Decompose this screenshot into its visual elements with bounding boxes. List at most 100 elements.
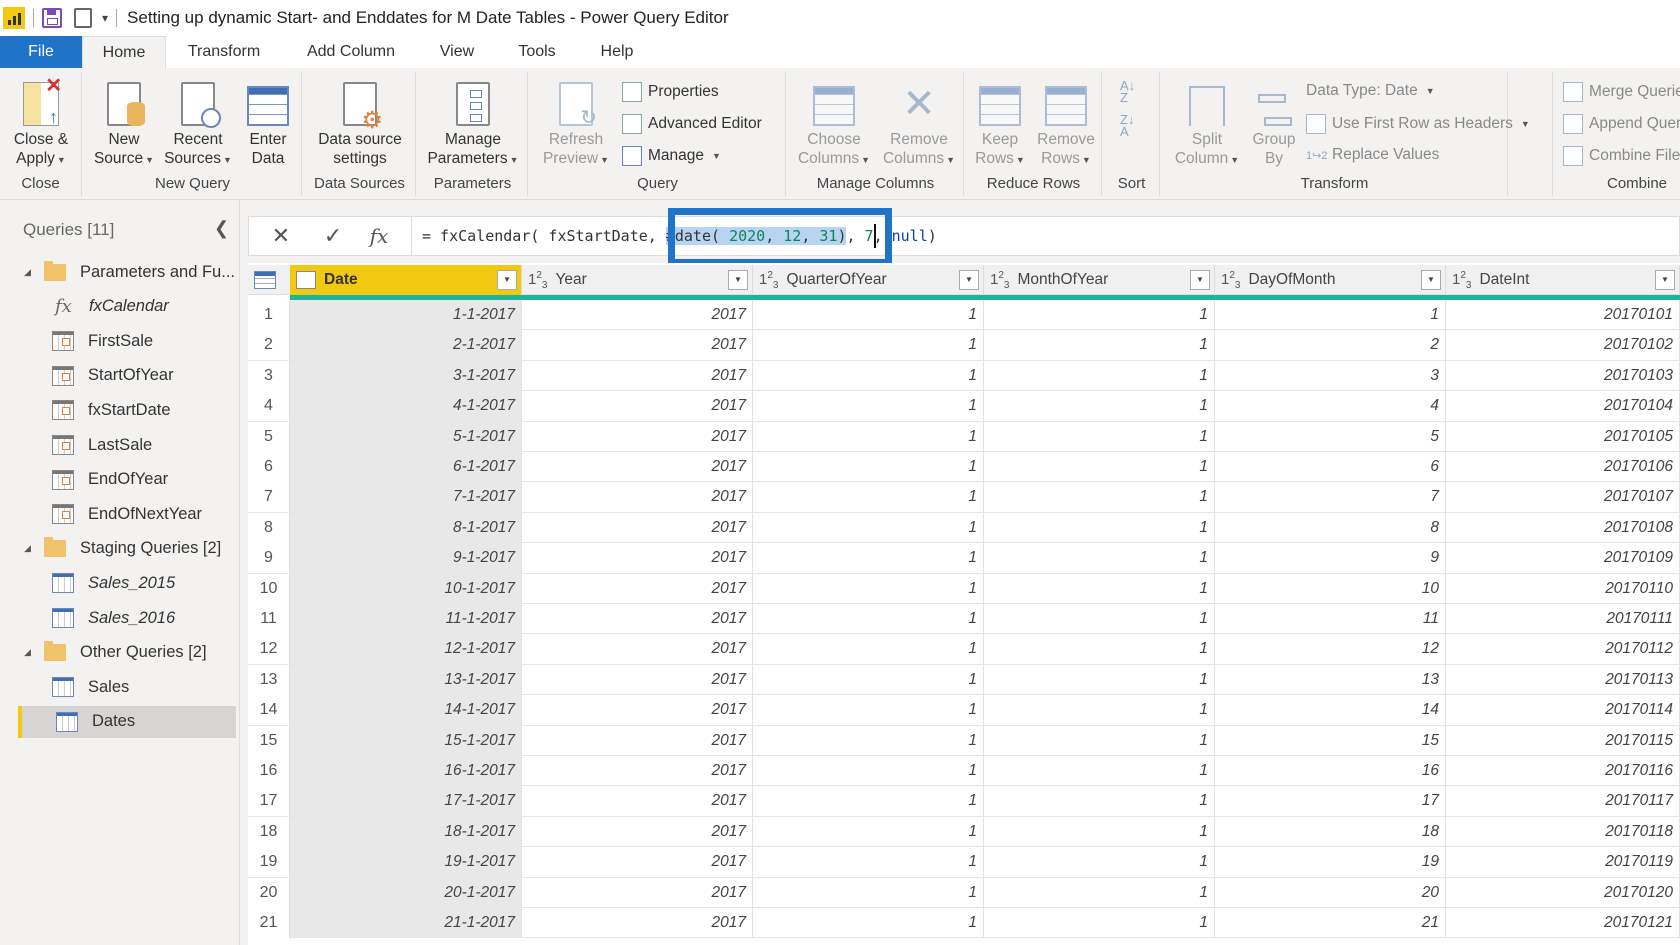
query-item[interactable]: FirstSale bbox=[0, 325, 238, 357]
table-cell[interactable]: 2017 bbox=[522, 604, 753, 634]
table-cell[interactable]: 1 bbox=[753, 573, 984, 604]
row-number[interactable]: 3 bbox=[248, 360, 290, 391]
table-cell[interactable]: 1 bbox=[984, 695, 1215, 726]
save-icon[interactable] bbox=[42, 8, 62, 28]
table-cell[interactable]: 2017 bbox=[522, 634, 753, 665]
table-cell[interactable]: 15 bbox=[1215, 725, 1446, 756]
table-cell[interactable]: 16-1-2017 bbox=[290, 756, 522, 786]
table-cell[interactable]: 2017 bbox=[522, 756, 753, 786]
row-number[interactable]: 17 bbox=[248, 786, 290, 817]
remove-columns-button[interactable]: ✕ Remove Columns ▼ bbox=[878, 76, 960, 170]
column-header[interactable]: 123 DayOfMonth ▼ bbox=[1215, 265, 1446, 295]
expand-arrow-icon[interactable]: ◢ bbox=[24, 543, 32, 554]
column-filter-dropdown[interactable]: ▼ bbox=[959, 270, 979, 290]
table-cell[interactable]: 15-1-2017 bbox=[290, 725, 522, 756]
tab-file[interactable]: File bbox=[0, 36, 82, 68]
query-item[interactable]: fx fxCalendar bbox=[0, 291, 238, 323]
sort-ascending-button[interactable]: A↓ Z bbox=[1120, 79, 1135, 104]
table-cell[interactable]: 2017 bbox=[522, 543, 753, 574]
table-cell[interactable]: 1 bbox=[984, 573, 1215, 604]
formula-input[interactable]: = fxCalendar( fxStartDate, #date( 2020, … bbox=[411, 217, 1671, 255]
query-item[interactable]: LastSale bbox=[0, 429, 238, 461]
table-cell[interactable]: 1 bbox=[753, 452, 984, 482]
table-cell[interactable]: 20170109 bbox=[1446, 543, 1680, 574]
table-cell[interactable]: 18-1-2017 bbox=[290, 816, 522, 847]
query-group[interactable]: ◢ Other Queries [2] bbox=[0, 637, 238, 669]
query-item[interactable]: EndOfNextYear bbox=[0, 498, 238, 530]
query-item[interactable]: Sales_2015 bbox=[0, 567, 238, 599]
table-cell[interactable]: 2017 bbox=[522, 482, 753, 513]
recent-sources-button[interactable]: Recent Sources ▼ bbox=[160, 76, 236, 170]
table-cell[interactable]: 1 bbox=[753, 604, 984, 634]
number-type-icon[interactable]: 123 bbox=[759, 270, 778, 291]
number-type-icon[interactable]: 123 bbox=[1452, 270, 1471, 291]
table-cell[interactable]: 1 bbox=[984, 634, 1215, 665]
cancel-formula-icon[interactable]: ✕ bbox=[261, 217, 301, 255]
table-cell[interactable]: 1 bbox=[984, 816, 1215, 847]
keep-rows-button[interactable]: Keep Rows ▼ bbox=[970, 76, 1030, 170]
table-cell[interactable]: 20170105 bbox=[1446, 421, 1680, 452]
table-cell[interactable]: 20170115 bbox=[1446, 725, 1680, 756]
properties-button[interactable]: Properties bbox=[622, 82, 719, 102]
table-cell[interactable]: 2017 bbox=[522, 786, 753, 817]
table-cell[interactable]: 1 bbox=[753, 908, 984, 938]
row-number[interactable]: 12 bbox=[248, 634, 290, 665]
table-cell[interactable]: 2017 bbox=[522, 877, 753, 908]
number-type-icon[interactable]: 123 bbox=[1221, 270, 1240, 291]
group-by-button[interactable]: Group By bbox=[1246, 76, 1302, 168]
table-cell[interactable]: 2017 bbox=[522, 512, 753, 543]
table-cell[interactable]: 20170112 bbox=[1446, 634, 1680, 665]
table-cell[interactable]: 2-1-2017 bbox=[290, 330, 522, 361]
query-item[interactable]: EndOfYear bbox=[0, 464, 238, 496]
table-cell[interactable]: 20170114 bbox=[1446, 695, 1680, 726]
table-cell[interactable]: 1 bbox=[753, 482, 984, 513]
table-cell[interactable]: 1 bbox=[984, 391, 1215, 422]
tab-view[interactable]: View bbox=[425, 36, 489, 68]
query-group[interactable]: ◢ Parameters and Fu... bbox=[0, 256, 238, 288]
table-cell[interactable]: 5 bbox=[1215, 421, 1446, 452]
table-cell[interactable]: 13-1-2017 bbox=[290, 664, 522, 695]
table-cell[interactable]: 14 bbox=[1215, 695, 1446, 726]
table-cell[interactable]: 1 bbox=[984, 512, 1215, 543]
table-cell[interactable]: 4 bbox=[1215, 391, 1446, 422]
table-cell[interactable]: 6 bbox=[1215, 452, 1446, 482]
table-cell[interactable]: 21 bbox=[1215, 908, 1446, 938]
tab-tools[interactable]: Tools bbox=[505, 36, 569, 68]
row-number[interactable]: 7 bbox=[248, 482, 290, 513]
table-cell[interactable]: 2017 bbox=[522, 391, 753, 422]
row-number[interactable]: 16 bbox=[248, 756, 290, 786]
number-type-icon[interactable]: 123 bbox=[528, 270, 547, 291]
column-filter-dropdown[interactable]: ▼ bbox=[1190, 270, 1210, 290]
replace-values-button[interactable]: 1↪2 Replace Values bbox=[1306, 146, 1439, 164]
use-first-row-button[interactable]: Use First Row as Headers ▼ bbox=[1306, 114, 1530, 134]
column-filter-dropdown[interactable]: ▼ bbox=[497, 270, 517, 290]
table-cell[interactable]: 1 bbox=[753, 695, 984, 726]
table-cell[interactable]: 1 bbox=[984, 847, 1215, 878]
table-cell[interactable]: 20170117 bbox=[1446, 786, 1680, 817]
refresh-preview-button[interactable]: ↻ Refresh Preview ▼ bbox=[538, 76, 614, 170]
tab-home[interactable]: Home bbox=[82, 36, 166, 68]
table-cell[interactable]: 1 bbox=[753, 664, 984, 695]
expand-arrow-icon[interactable]: ◢ bbox=[24, 647, 32, 658]
choose-columns-button[interactable]: Choose Columns ▼ bbox=[794, 76, 874, 170]
column-header[interactable]: 123 Year ▼ bbox=[522, 265, 753, 295]
table-cell[interactable]: 1 bbox=[984, 330, 1215, 361]
table-cell[interactable]: 1 bbox=[753, 421, 984, 452]
table-cell[interactable]: 1 bbox=[984, 604, 1215, 634]
expand-arrow-icon[interactable]: ◢ bbox=[24, 267, 32, 278]
column-filter-dropdown[interactable]: ▼ bbox=[728, 270, 748, 290]
table-cell[interactable]: 1 bbox=[984, 756, 1215, 786]
table-cell[interactable]: 20170116 bbox=[1446, 756, 1680, 786]
table-cell[interactable]: 1 bbox=[984, 725, 1215, 756]
table-cell[interactable]: 11-1-2017 bbox=[290, 604, 522, 634]
table-cell[interactable]: 8 bbox=[1215, 512, 1446, 543]
collapse-pane-icon[interactable]: ❮ bbox=[214, 218, 229, 239]
table-cell[interactable]: 1 bbox=[753, 512, 984, 543]
table-cell[interactable]: 7-1-2017 bbox=[290, 482, 522, 513]
table-cell[interactable]: 5-1-2017 bbox=[290, 421, 522, 452]
table-cell[interactable]: 3 bbox=[1215, 360, 1446, 391]
table-cell[interactable]: 10-1-2017 bbox=[290, 573, 522, 604]
table-cell[interactable]: 1 bbox=[984, 300, 1215, 330]
merge-queries-button[interactable]: Merge Queries bbox=[1563, 82, 1680, 102]
table-cell[interactable]: 1 bbox=[753, 300, 984, 330]
